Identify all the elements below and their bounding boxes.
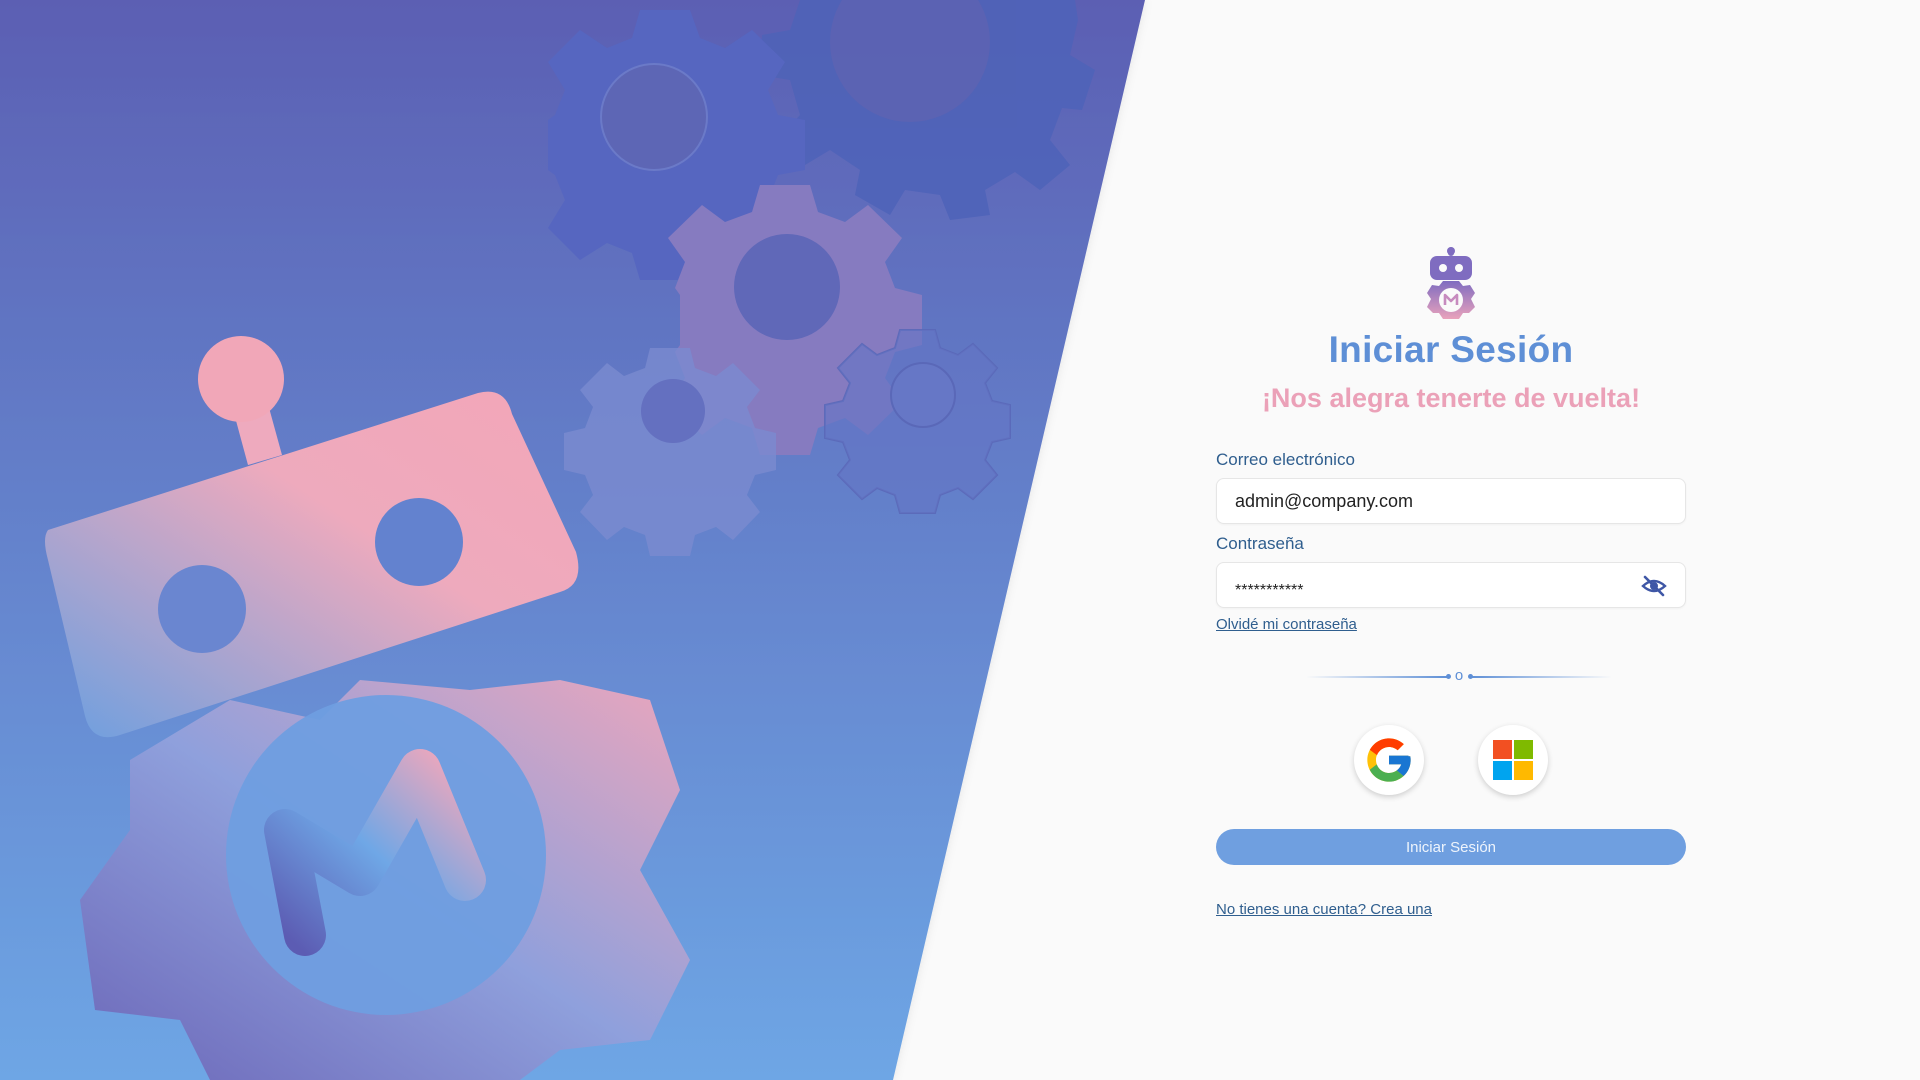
password-group: Contraseña	[1216, 534, 1686, 613]
email-field-container	[1216, 478, 1686, 524]
divider-line-left	[1306, 676, 1448, 678]
or-divider: o	[1216, 667, 1686, 687]
password-field-container	[1216, 562, 1686, 613]
eye-off-icon[interactable]	[1641, 574, 1667, 598]
google-login-button[interactable]	[1354, 725, 1424, 795]
divider-text: o	[1454, 667, 1464, 684]
microsoft-icon	[1493, 740, 1533, 780]
email-field[interactable]	[1217, 479, 1653, 523]
login-panel: Iniciar Sesión ¡Nos alegra tenerte de vu…	[1216, 247, 1686, 919]
gear-icon	[564, 348, 776, 556]
login-button[interactable]: Iniciar Sesión	[1216, 829, 1686, 865]
page-title: Iniciar Sesión	[1328, 329, 1574, 370]
forgot-password-link[interactable]: Olvidé mi contraseña	[1216, 616, 1357, 633]
social-login-group	[1216, 725, 1686, 801]
microsoft-login-button[interactable]	[1478, 725, 1548, 795]
email-label: Correo electrónico	[1216, 450, 1355, 469]
password-field[interactable]	[1217, 563, 1653, 613]
signup-link[interactable]: No tienes una cuenta? Crea una	[1216, 901, 1432, 918]
welcome-subtitle: ¡Nos alegra tenerte de vuelta!	[1261, 383, 1641, 413]
gear-icon	[824, 329, 1011, 514]
google-icon	[1367, 738, 1411, 782]
password-label: Contraseña	[1216, 534, 1304, 553]
email-group: Correo electrónico	[1216, 450, 1686, 524]
divider-line-right	[1470, 676, 1612, 678]
robot-logo-icon	[1427, 247, 1475, 319]
